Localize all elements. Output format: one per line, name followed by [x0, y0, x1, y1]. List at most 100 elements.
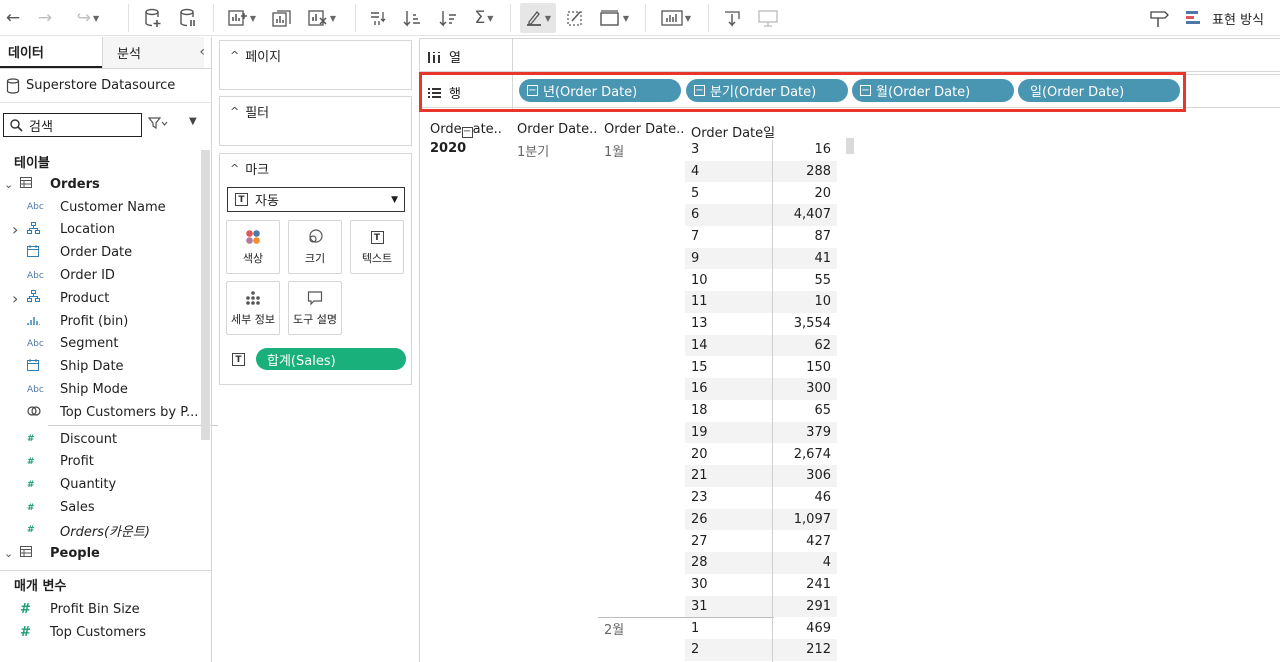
collapse-minus-icon[interactable]: −	[461, 126, 473, 138]
view-menu-icon[interactable]: ▼	[189, 116, 197, 127]
sales-value-cell[interactable]: 306	[806, 468, 831, 483]
datasource-row[interactable]: Superstore Datasource	[0, 69, 211, 103]
day-cell[interactable]: 10	[691, 273, 708, 288]
text-button[interactable]: T 텍스트	[350, 220, 404, 274]
year-value[interactable]: 2020	[430, 141, 466, 156]
sales-value-cell[interactable]: 65	[814, 403, 831, 418]
back-icon[interactable]: ←	[2, 3, 24, 33]
filter-icon[interactable]	[147, 116, 168, 134]
month-value-feb[interactable]: 2월	[604, 619, 624, 638]
field-item[interactable]: Top Customers by P...	[0, 401, 211, 424]
header-day[interactable]: Order Date일	[691, 122, 775, 141]
measure-item[interactable]: # Sales	[0, 496, 211, 519]
quarter-value[interactable]: 1분기	[517, 141, 549, 160]
day-cell[interactable]: 4	[691, 164, 699, 179]
sales-value-cell[interactable]: 46	[814, 490, 831, 505]
fit-width-icon[interactable]: ▼	[656, 3, 696, 33]
detail-button[interactable]: 세부 정보	[226, 281, 280, 335]
field-item[interactable]: Abc Segment	[0, 333, 211, 356]
sales-pill[interactable]: 합계(Sales)	[256, 348, 406, 370]
field-item[interactable]: › Product	[0, 287, 211, 310]
show-labels-icon[interactable]: ▼	[596, 3, 632, 33]
day-cell[interactable]: 27	[691, 534, 708, 549]
pages-card[interactable]: ^ 페이지	[219, 40, 412, 90]
day-cell[interactable]: 3	[691, 142, 699, 157]
sales-value-cell[interactable]: 150	[806, 360, 831, 375]
clear-sheet-icon[interactable]: ▼	[305, 3, 339, 33]
chevron-down-icon[interactable]: ⌄	[4, 547, 13, 560]
sales-value-cell[interactable]: 4,407	[794, 207, 831, 222]
filters-card[interactable]: ^ 필터	[219, 96, 412, 146]
day-cell[interactable]: 1	[691, 621, 699, 636]
day-cell[interactable]: 5	[691, 186, 699, 201]
sales-value-cell[interactable]: 62	[814, 338, 831, 353]
day-cell[interactable]: 16	[691, 381, 708, 396]
day-cell[interactable]: 6	[691, 207, 699, 222]
field-item[interactable]: Ship Date	[0, 355, 211, 378]
sales-value-cell[interactable]: 291	[806, 599, 831, 614]
day-cell[interactable]: 14	[691, 338, 708, 353]
day-cell[interactable]: 30	[691, 577, 708, 592]
day-cell[interactable]: 2	[691, 642, 699, 657]
sales-value-cell[interactable]: 300	[806, 381, 831, 396]
collapse-pane-icon[interactable]: ‹	[199, 44, 205, 60]
download-icon[interactable]	[720, 3, 744, 33]
chevron-right-icon[interactable]: ›	[12, 220, 18, 239]
scrollbar[interactable]	[201, 150, 210, 440]
header-month[interactable]: Order Date..	[604, 122, 684, 137]
sales-value-cell[interactable]: 4	[823, 555, 831, 570]
sales-value-cell[interactable]: 55	[814, 273, 831, 288]
day-cell[interactable]: 7	[691, 229, 699, 244]
field-item[interactable]: › Location	[0, 219, 211, 242]
day-cell[interactable]: 11	[691, 294, 708, 309]
size-button[interactable]: 크기	[288, 220, 342, 274]
chevron-up-icon[interactable]: ^	[230, 105, 239, 118]
measure-item[interactable]: # Quantity	[0, 473, 211, 496]
parameter-item[interactable]: # Top Customers	[0, 621, 211, 644]
day-cell[interactable]: 19	[691, 425, 708, 440]
measure-item[interactable]: # Discount	[0, 428, 211, 451]
measure-item[interactable]: # Orders(카운트)	[0, 519, 211, 542]
duplicate-sheet-icon[interactable]	[270, 3, 294, 33]
presentation-mode-icon[interactable]	[755, 3, 781, 33]
chevron-up-icon[interactable]: ^	[230, 49, 239, 62]
day-cell[interactable]: 9	[691, 251, 699, 266]
chevron-up-icon[interactable]: ^	[230, 162, 239, 175]
tooltip-button[interactable]: 도구 설명	[288, 281, 342, 335]
day-cell[interactable]: 21	[691, 468, 708, 483]
sales-value-cell[interactable]: 87	[814, 229, 831, 244]
search-input[interactable]: 검색	[3, 113, 142, 137]
month-value-jan[interactable]: 1월	[604, 141, 624, 160]
columns-shelf[interactable]: 열	[419, 38, 1280, 73]
parameter-item[interactable]: # Profit Bin Size	[0, 598, 211, 621]
day-cell[interactable]: 18	[691, 403, 708, 418]
forward-icon[interactable]: →	[34, 3, 56, 33]
sales-value-cell[interactable]: 16	[814, 142, 831, 157]
group-members-icon[interactable]	[563, 3, 587, 33]
mark-type-select[interactable]: T 자동 ▼	[227, 187, 405, 212]
table-scrollbar[interactable]	[846, 138, 854, 154]
show-me-button[interactable]: 표현 방식	[1148, 8, 1264, 28]
chevron-right-icon[interactable]: ›	[12, 289, 18, 308]
color-button[interactable]: 색상	[226, 220, 280, 274]
header-quarter[interactable]: Order Date..	[517, 122, 597, 137]
header-year[interactable]: Orde−ate..	[430, 122, 502, 138]
sales-value-cell[interactable]: 241	[806, 577, 831, 592]
day-cell[interactable]: 20	[691, 447, 708, 462]
sales-value-cell[interactable]: 288	[806, 164, 831, 179]
field-item[interactable]: Abc Order ID	[0, 264, 211, 287]
measure-item[interactable]: # Profit	[0, 451, 211, 474]
tab-data[interactable]: 데이터	[0, 37, 102, 68]
sales-value-cell[interactable]: 379	[806, 425, 831, 440]
day-cell[interactable]: 31	[691, 599, 708, 614]
table-people[interactable]: ⌄ People	[0, 542, 211, 565]
day-cell[interactable]: 28	[691, 555, 708, 570]
tab-analysis[interactable]: 분석	[102, 37, 204, 68]
field-item[interactable]: Abc Customer Name	[0, 196, 211, 219]
sales-value-cell[interactable]: 41	[814, 251, 831, 266]
sort-descending-icon[interactable]	[436, 3, 460, 33]
day-cell[interactable]: 13	[691, 316, 708, 331]
field-item[interactable]: Profit (bin)	[0, 310, 211, 333]
chevron-down-icon[interactable]: ⌄	[4, 178, 13, 191]
day-cell[interactable]: 15	[691, 360, 708, 375]
